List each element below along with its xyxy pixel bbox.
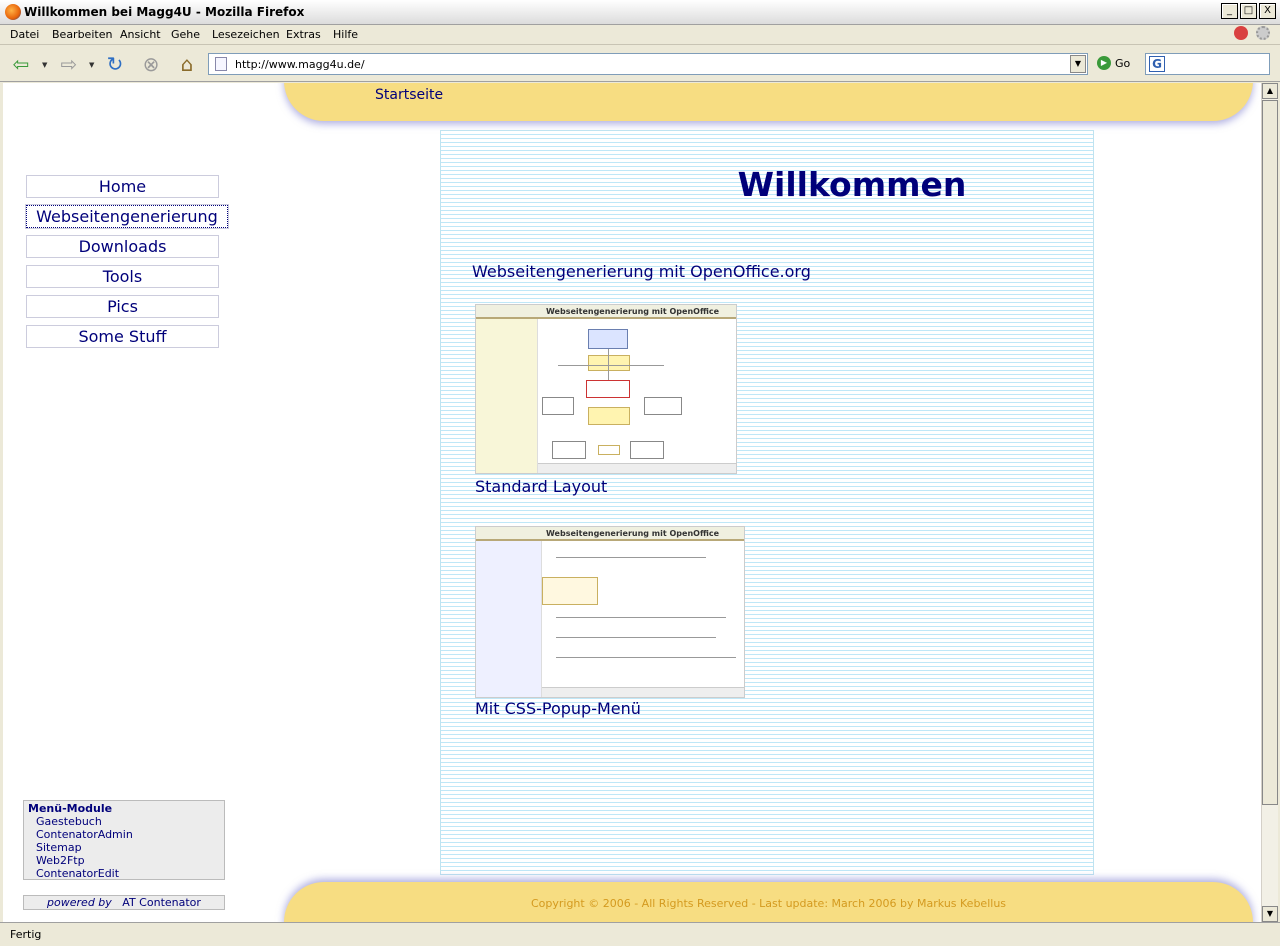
- stop-icon[interactable]: ⊗: [138, 51, 164, 77]
- nav-some-stuff[interactable]: Some Stuff: [26, 325, 219, 348]
- powered-by-link[interactable]: AT Contenator: [122, 896, 201, 909]
- forward-arrow-icon[interactable]: ⇨: [56, 51, 82, 77]
- menu-lesezeichen[interactable]: Lesezeichen: [212, 28, 280, 41]
- go-label: Go: [1115, 56, 1131, 70]
- module-link-contenatoradmin[interactable]: ContenatorAdmin: [28, 828, 220, 841]
- home-icon[interactable]: ⌂: [174, 51, 200, 77]
- scroll-down-icon[interactable]: ▼: [1262, 906, 1278, 922]
- page-viewport: Startseite Home Webseitengenerierung Dow…: [3, 83, 1261, 922]
- status-text: Fertig: [10, 928, 42, 941]
- text-line: [556, 637, 716, 638]
- thumbnail-sidebar: [476, 305, 538, 473]
- footer-banner: Copyright © 2006 - All Rights Reserved -…: [284, 882, 1253, 922]
- go-button[interactable]: ▶ Go: [1097, 56, 1130, 70]
- nav-pics[interactable]: Pics: [26, 295, 219, 318]
- modules-title: Menü-Module: [28, 802, 113, 815]
- title-bar: Willkommen bei Magg4U - Mozilla Firefox …: [0, 0, 1280, 25]
- go-arrow-icon: ▶: [1097, 56, 1111, 70]
- menu-ansicht[interactable]: Ansicht: [120, 28, 161, 41]
- side-navigation: Home Webseitengenerierung Downloads Tool…: [25, 175, 229, 355]
- menu-gehe[interactable]: Gehe: [171, 28, 200, 41]
- diagram-note: [588, 407, 630, 425]
- diagram-box: [644, 397, 682, 415]
- module-link-web2ftp[interactable]: Web2Ftp: [28, 854, 220, 867]
- status-bar: Fertig: [0, 922, 1280, 946]
- thumbnail-title: Webseitengenerierung mit OpenOffice: [476, 527, 744, 541]
- footer-copyright: Copyright © 2006 - All Rights Reserved -…: [530, 897, 1007, 910]
- maximize-button[interactable]: □: [1240, 3, 1257, 19]
- scroll-up-icon[interactable]: ▲: [1262, 83, 1278, 99]
- close-button[interactable]: X: [1259, 3, 1276, 19]
- diagram-box: [542, 397, 574, 415]
- menu-bar: Datei Bearbeiten Ansicht Gehe Lesezeiche…: [0, 25, 1280, 45]
- throbber-icon: [1256, 26, 1270, 40]
- text-line: [556, 657, 736, 658]
- thumbnail-footer: [538, 463, 736, 473]
- nav-tools[interactable]: Tools: [26, 265, 219, 288]
- search-box[interactable]: G: [1145, 53, 1270, 75]
- text-line: [556, 617, 726, 618]
- module-link-sitemap[interactable]: Sitemap: [28, 841, 220, 854]
- powered-by-box: powered by AT Contenator: [23, 895, 225, 910]
- powered-by-label: powered by: [47, 896, 112, 909]
- url-input[interactable]: [235, 56, 1065, 72]
- section-heading[interactable]: Webseitengenerierung mit OpenOffice.org: [472, 262, 811, 281]
- nav-home[interactable]: Home: [26, 175, 219, 198]
- thumbnail-footer: [542, 687, 744, 697]
- forward-history-dropdown-icon[interactable]: ▼: [89, 61, 94, 69]
- menu-datei[interactable]: Datei: [10, 28, 39, 41]
- diagram-box: [552, 441, 586, 459]
- page-icon: [215, 57, 227, 71]
- scrollbar-thumb[interactable]: [1262, 100, 1278, 805]
- menu-extras[interactable]: Extras: [286, 28, 321, 41]
- google-search-icon[interactable]: G: [1149, 56, 1165, 72]
- diagram-box: [588, 329, 628, 349]
- module-link-gaestebuch[interactable]: Gaestebuch: [28, 815, 220, 828]
- diagram-box: [598, 445, 620, 455]
- diagram-box: [630, 441, 664, 459]
- module-link-contenatoredit[interactable]: ContenatorEdit: [28, 867, 220, 880]
- text-line: [556, 557, 706, 558]
- back-history-dropdown-icon[interactable]: ▼: [42, 61, 47, 69]
- top-banner: Startseite: [284, 83, 1253, 121]
- diagram-box: [586, 380, 630, 398]
- firefox-icon: [5, 4, 21, 20]
- address-bar[interactable]: ▼: [208, 53, 1088, 75]
- menu-modules-box: Menü-Module Gaestebuch ContenatorAdmin S…: [23, 800, 225, 880]
- css-popup-thumbnail[interactable]: Webseitengenerierung mit OpenOffice: [475, 526, 745, 698]
- nav-downloads[interactable]: Downloads: [26, 235, 219, 258]
- diagram-connector: [558, 365, 664, 366]
- url-dropdown-icon[interactable]: ▼: [1070, 55, 1086, 73]
- minimize-button[interactable]: _: [1221, 3, 1238, 19]
- update-icon[interactable]: [1234, 26, 1248, 40]
- thumbnail-title: Webseitengenerierung mit OpenOffice: [476, 305, 736, 319]
- diagram-note: [588, 355, 630, 371]
- vertical-scrollbar[interactable]: ▲ ▼: [1261, 83, 1278, 922]
- back-arrow-icon[interactable]: ⇦: [8, 51, 34, 77]
- breadcrumb-startseite[interactable]: Startseite: [375, 87, 443, 103]
- popup-menu: [542, 577, 598, 605]
- menu-hilfe[interactable]: Hilfe: [333, 28, 358, 41]
- css-popup-caption[interactable]: Mit CSS-Popup-Menü: [475, 699, 641, 718]
- nav-webseitengenerierung[interactable]: Webseitengenerierung: [25, 204, 229, 229]
- page-heading: Willkommen: [737, 165, 967, 204]
- standard-layout-thumbnail[interactable]: Webseitengenerierung mit OpenOffice: [475, 304, 737, 474]
- thumbnail-sidebar: [476, 527, 542, 697]
- window-title: Willkommen bei Magg4U - Mozilla Firefox: [24, 5, 305, 19]
- standard-layout-caption[interactable]: Standard Layout: [475, 477, 607, 496]
- menu-bearbeiten[interactable]: Bearbeiten: [52, 28, 112, 41]
- window-controls: _ □ X: [1221, 3, 1276, 19]
- main-content: Willkommen Webseitengenerierung mit Open…: [440, 130, 1094, 875]
- reload-icon[interactable]: ↻: [102, 51, 128, 77]
